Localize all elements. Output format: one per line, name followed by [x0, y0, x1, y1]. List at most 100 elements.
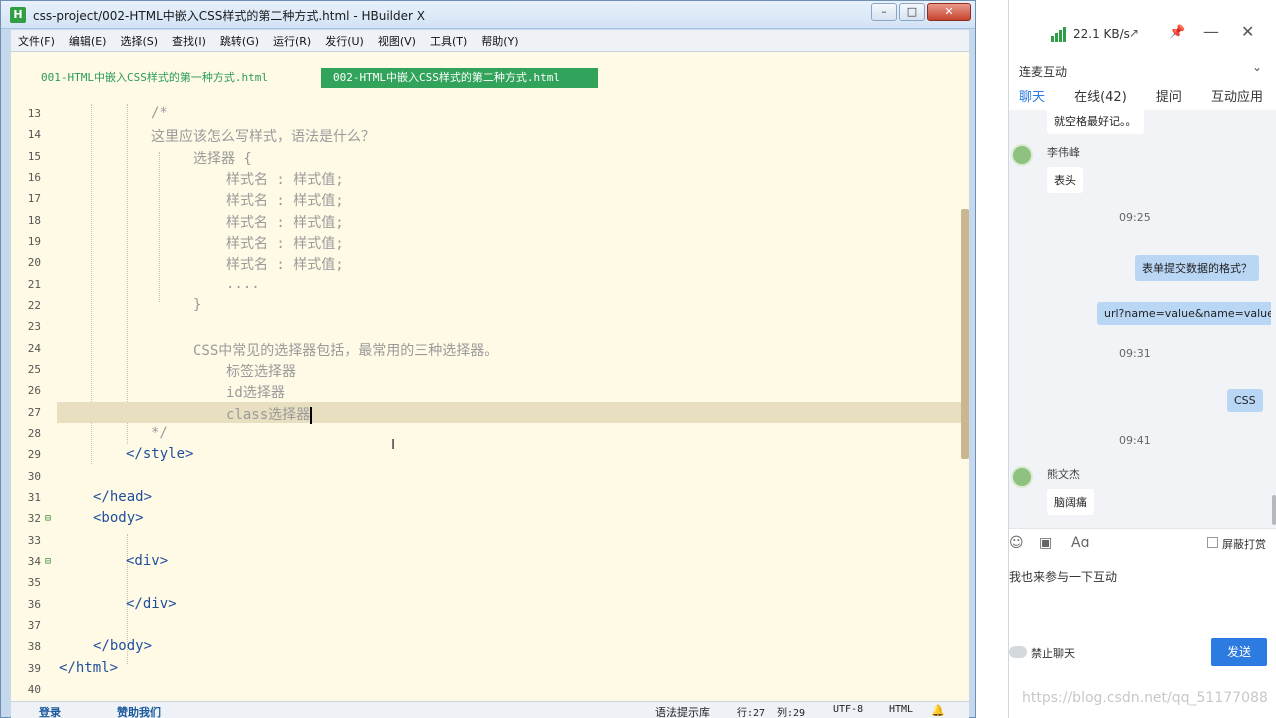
line-number: 37 [27, 619, 41, 632]
line-number: 28 [27, 427, 41, 440]
expand-icon[interactable]: ↗ [1129, 26, 1139, 40]
line-number: 22 [27, 299, 41, 312]
network-speed: 22.1 KB/s [1073, 27, 1130, 41]
code-text: } [193, 297, 202, 313]
close-icon[interactable]: ✕ [1241, 22, 1254, 41]
code-text: */ [151, 425, 168, 441]
line-number: 14 [27, 128, 41, 141]
font-size-icon[interactable]: Aɑ [1071, 535, 1089, 551]
line-number: 31 [27, 491, 41, 504]
line-number: 27 [27, 406, 41, 419]
chevron-down-icon[interactable]: ⌄ [1252, 60, 1262, 74]
sender-name: 熊文杰 [1047, 468, 1080, 481]
line-number: 19 [27, 235, 41, 248]
login-link[interactable]: 登录 [39, 704, 61, 718]
line-number: 34 [27, 555, 41, 568]
code-text: 样式名 : 样式值; [226, 236, 344, 252]
code-text: class选择器 [226, 407, 311, 423]
code-text: 样式名 : 样式值; [226, 215, 344, 231]
file-tab-bar: 001-HTML中嵌入CSS样式的第一种方式.html 002-HTML中嵌入C… [11, 52, 969, 104]
tab-online[interactable]: 在线(42) [1074, 86, 1127, 110]
cursor-row: 行:27 [737, 708, 766, 718]
avatar [1011, 144, 1033, 166]
minimize-icon[interactable]: — [1203, 22, 1219, 41]
code-text: 这里应该怎么写样式，语法是什么？ [151, 129, 375, 145]
menu-help[interactable]: 帮助(Y) [474, 33, 525, 49]
menu-tools[interactable]: 工具(T) [423, 33, 474, 49]
menu-publish[interactable]: 发行(U) [318, 33, 371, 49]
mute-tips-checkbox[interactable] [1207, 537, 1218, 548]
code-text: 样式名 : 样式值; [226, 193, 344, 209]
chat-message: 就空格最好记。。 [1047, 110, 1144, 134]
line-number: 18 [27, 214, 41, 227]
code-editor[interactable]: 13 14 15 16 17 18 19 20 21 22 23 24 25 2… [11, 104, 969, 701]
tab-file-001[interactable]: 001-HTML中嵌入CSS样式的第一种方式.html [29, 68, 280, 88]
code-text: CSS中常见的选择器包括，最常用的三种选择器。 [193, 343, 499, 359]
chat-message: CSS [1227, 389, 1263, 412]
window-title: css-project/002-HTML中嵌入CSS样式的第二种方式.html … [33, 9, 425, 23]
chat-message: 脑阔痛 [1047, 489, 1094, 515]
code-text: <body> [93, 510, 144, 526]
ban-chat-toggle[interactable] [1009, 646, 1027, 658]
chat-toolbar: ☺ ▣ Aɑ 屏蔽打赏 [1009, 528, 1276, 558]
tab-file-002[interactable]: 002-HTML中嵌入CSS样式的第二种方式.html [321, 68, 598, 88]
support-link[interactable]: 赞助我们 [117, 704, 161, 718]
menu-edit[interactable]: 编辑(E) [62, 33, 114, 49]
line-number: 26 [27, 384, 41, 397]
text-cursor [310, 406, 313, 424]
line-number: 38 [27, 640, 41, 653]
language-mode[interactable]: HTML [889, 704, 913, 715]
message-list: 就空格最好记。。 李伟峰 表头 09:25 表单提交数据的格式？ url?nam… [1009, 110, 1271, 528]
menu-find[interactable]: 查找(I) [165, 33, 213, 49]
line-number: 16 [27, 171, 41, 184]
tab-chat[interactable]: 聊天 [1019, 86, 1045, 110]
code-text: 标签选择器 [226, 364, 296, 380]
network-signal-icon [1051, 27, 1066, 42]
line-number: 21 [27, 278, 41, 291]
code-text: /* [151, 105, 168, 121]
menu-run[interactable]: 运行(R) [266, 33, 318, 49]
code-text: </html> [59, 660, 119, 676]
line-number: 24 [27, 342, 41, 355]
line-number: 23 [27, 320, 41, 333]
fold-toggle-icon[interactable]: ⊟ [45, 513, 51, 524]
bell-icon[interactable]: 🔔 [931, 704, 945, 717]
cursor-column: 列:29 [777, 708, 806, 718]
chat-message-input[interactable]: 我也来参与一下互动 [1009, 558, 1276, 638]
emoji-icon[interactable]: ☺ [1009, 535, 1024, 551]
line-number: 25 [27, 363, 41, 376]
syntax-library[interactable]: 语法提示库 [655, 704, 710, 718]
vertical-scrollbar[interactable] [961, 209, 969, 459]
code-text: 样式名 : 样式值; [226, 257, 344, 273]
code-text: </div> [126, 596, 177, 612]
mute-tips-label: 屏蔽打赏 [1222, 538, 1266, 551]
image-icon[interactable]: ▣ [1039, 535, 1052, 551]
menu-view[interactable]: 视图(V) [371, 33, 423, 49]
line-number: 15 [27, 150, 41, 163]
line-number: 40 [27, 683, 41, 696]
chat-scrollbar[interactable] [1271, 110, 1276, 528]
close-button[interactable]: ✕ [927, 3, 971, 21]
current-line-highlight [57, 402, 961, 423]
code-text: 选择器 { [193, 151, 252, 167]
menu-bar: 文件(F) 编辑(E) 选择(S) 查找(I) 跳转(G) 运行(R) 发行(U… [11, 30, 969, 52]
mouse-ibeam-icon: Ⅰ [391, 437, 396, 453]
live-chat-panel: 22.1 KB/s ↗ 📌 — ✕ 连麦互动 ⌄ 聊天 在线(42) 提问 互动… [1008, 0, 1276, 718]
encoding-indicator[interactable]: UTF-8 [833, 704, 863, 715]
chat-message: 表单提交数据的格式？ [1135, 255, 1259, 281]
code-text: .... [226, 276, 260, 292]
watermark: https://blog.csdn.net/qq_51177088 [1022, 690, 1268, 706]
tab-interactive-apps[interactable]: 互动应用 [1211, 86, 1263, 110]
minimize-button[interactable]: – [871, 3, 897, 21]
menu-goto[interactable]: 跳转(G) [213, 33, 266, 49]
pin-icon[interactable]: 📌 [1169, 25, 1185, 40]
fold-toggle-icon[interactable]: ⊟ [45, 556, 51, 567]
tab-questions[interactable]: 提问 [1156, 86, 1182, 110]
send-button[interactable]: 发送 [1211, 638, 1267, 666]
timestamp: 09:31 [1119, 347, 1151, 360]
menu-file[interactable]: 文件(F) [11, 33, 62, 49]
line-number: 29 [27, 448, 41, 461]
line-number: 17 [27, 192, 41, 205]
maximize-button[interactable]: □ [899, 3, 925, 21]
menu-select[interactable]: 选择(S) [113, 33, 165, 49]
